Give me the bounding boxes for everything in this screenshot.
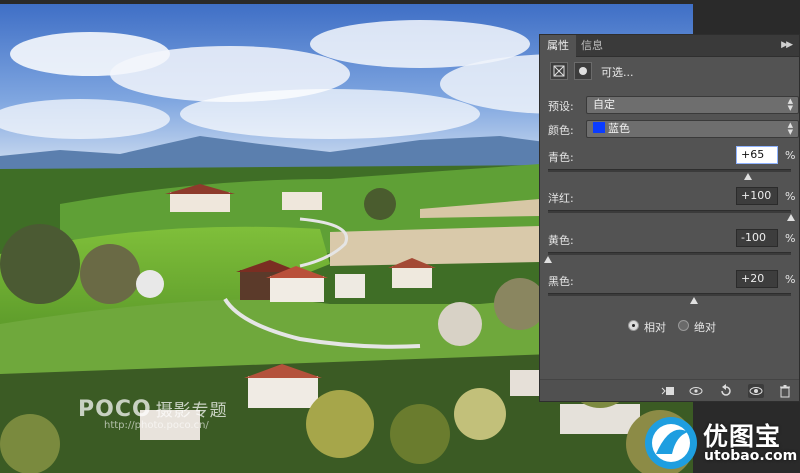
black-percent-unit: % (785, 273, 796, 286)
trash-icon[interactable] (777, 384, 793, 398)
black-slider-track[interactable] (548, 293, 791, 296)
magenta-slider-thumb[interactable] (787, 214, 795, 221)
magenta-slider-track[interactable] (548, 210, 791, 213)
cyan-slider-track[interactable] (548, 169, 791, 172)
reset-icon[interactable] (718, 384, 734, 398)
utobao-logo-mark-icon (645, 417, 697, 469)
magenta-percent-unit: % (785, 190, 796, 203)
relative-radio[interactable] (628, 320, 639, 331)
colors-label: 颜色: (548, 124, 574, 137)
poco-watermark-url: http://photo.poco.cn/ (104, 420, 209, 431)
clip-to-layer-icon[interactable] (660, 384, 676, 398)
cyan-slider-thumb[interactable] (744, 173, 752, 180)
black-value-input[interactable]: +20 (736, 270, 778, 288)
yellow-slider-thumb[interactable] (544, 256, 552, 263)
poco-brand: POCO (78, 397, 152, 422)
select-arrows-icon: ▲ ▼ (787, 97, 793, 112)
black-slider-row: 黑色: +20 % (548, 270, 796, 309)
select-arrows-icon: ▲ ▼ (787, 121, 793, 136)
preset-select[interactable]: 自定 ▲ ▼ (586, 96, 799, 114)
visibility-eye-icon[interactable] (748, 384, 764, 398)
colors-select[interactable]: 蓝色 ▲ ▼ (586, 120, 799, 138)
adjustment-title: 可选... (601, 66, 634, 79)
absolute-label[interactable]: 绝对 (694, 319, 716, 335)
panel-bottom-toolbar (540, 379, 799, 401)
cyan-percent-unit: % (785, 149, 796, 162)
preset-label: 预设: (548, 100, 574, 113)
blue-color-swatch (593, 122, 605, 133)
yellow-value-input[interactable]: -100 (736, 229, 778, 247)
colors-value: 蓝色 (608, 122, 630, 135)
utobao-logo-url: utobao.com (704, 448, 798, 464)
properties-panel: 属性 信息 ▶▶ 可选... 预设: 自定 ▲ ▼ 颜色: 蓝色 ▲ ▼ 青色: +… (539, 34, 800, 402)
layer-mask-icon[interactable] (574, 62, 592, 80)
yellow-percent-unit: % (785, 232, 796, 245)
tab-info[interactable]: 信息 (574, 35, 610, 57)
cyan-label: 青色: (548, 151, 574, 164)
selective-color-icon (550, 62, 568, 80)
relative-label[interactable]: 相对 (644, 319, 666, 335)
panel-tab-bar: 属性 信息 ▶▶ (540, 35, 799, 57)
preset-value: 自定 (593, 98, 615, 111)
black-label: 黑色: (548, 275, 574, 288)
cyan-value-input[interactable]: +65 (736, 146, 778, 164)
magenta-value-input[interactable]: +100 (736, 187, 778, 205)
view-previous-icon[interactable] (688, 384, 704, 398)
tab-properties[interactable]: 属性 (540, 35, 576, 57)
utobao-logo: 优图宝 utobao.com (640, 410, 800, 473)
yellow-slider-row: 黄色: -100 % (544, 229, 796, 268)
yellow-label: 黄色: (548, 234, 574, 247)
poco-brand-zh: 摄影专题 (155, 401, 228, 421)
yellow-slider-track[interactable] (548, 252, 791, 255)
magenta-label: 洋红: (548, 192, 574, 205)
magenta-slider-row: 洋红: +100 % (548, 187, 796, 226)
double-chevron-menu-icon[interactable]: ▶▶ (781, 40, 793, 50)
cyan-slider-row: 青色: +65 % (548, 146, 796, 185)
poco-watermark: POCO 摄影专题 (78, 396, 228, 422)
black-slider-thumb[interactable] (690, 297, 698, 304)
absolute-radio[interactable] (678, 320, 689, 331)
